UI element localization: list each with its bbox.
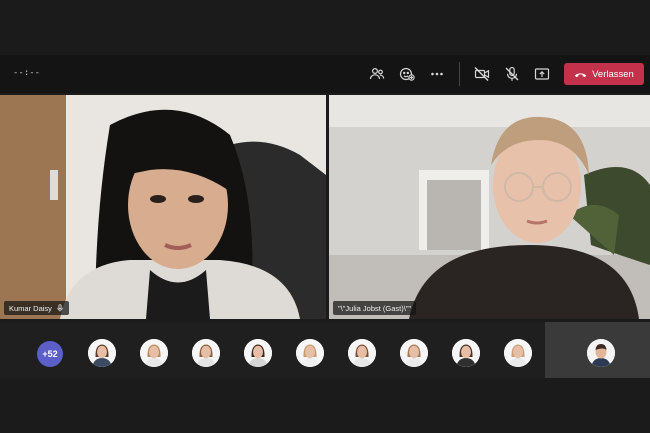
avatar-image — [587, 339, 615, 367]
participant-avatar[interactable] — [296, 339, 324, 367]
participants-button[interactable] — [364, 61, 390, 87]
participant-avatar[interactable] — [348, 339, 376, 367]
avatar-image — [296, 339, 324, 367]
avatar-image — [88, 339, 116, 367]
participant-avatar[interactable] — [587, 339, 615, 367]
mic-toggle-button[interactable] — [499, 61, 525, 87]
more-options-icon — [431, 72, 443, 76]
avatar-image — [400, 339, 428, 367]
participant-avatar[interactable] — [192, 339, 220, 367]
participant-avatar[interactable] — [140, 339, 168, 367]
meeting-toolbar: --:-- Verlassen — [0, 55, 650, 93]
mic-off-icon — [505, 66, 519, 81]
avatar-image — [348, 339, 376, 367]
leave-button[interactable]: Verlassen — [564, 63, 644, 85]
avatar-image — [244, 339, 272, 367]
video-tile-julia-jobst[interactable]: "\"Julia Jobst (Gast)\"" — [329, 95, 650, 319]
leave-label: Verlassen — [592, 68, 634, 80]
video-tile-kumar-daisy[interactable]: Kumar Daisy — [0, 95, 326, 319]
reactions-icon — [399, 67, 415, 81]
avatar-image — [452, 339, 480, 367]
more-options-button[interactable] — [424, 61, 450, 87]
participant-name: "\"Julia Jobst (Gast)\"" — [338, 303, 412, 313]
avatar-image — [504, 339, 532, 367]
share-screen-button[interactable] — [529, 61, 555, 87]
camera-toggle-button[interactable] — [469, 61, 495, 87]
participant-avatar[interactable] — [504, 339, 532, 367]
participant-video-feed — [0, 95, 326, 319]
participant-name: Kumar Daisy — [9, 303, 52, 313]
participant-name-tag: "\"Julia Jobst (Gast)\"" — [333, 301, 417, 315]
participant-avatar[interactable] — [452, 339, 480, 367]
avatar-image — [192, 339, 220, 367]
participant-video-feed — [329, 95, 650, 319]
participants-icon — [369, 67, 385, 80]
avatar-image — [140, 339, 168, 367]
participant-avatar[interactable] — [400, 339, 428, 367]
more-participants-button[interactable]: +52 — [37, 341, 63, 367]
camera-off-icon — [474, 67, 490, 81]
phone-hangup-icon — [574, 72, 587, 77]
active-participant-tile[interactable] — [545, 322, 650, 378]
meeting-timer: --:-- — [13, 68, 41, 78]
participant-avatar[interactable] — [88, 339, 116, 367]
mic-icon — [57, 304, 63, 312]
participant-avatar[interactable] — [244, 339, 272, 367]
share-screen-icon — [534, 68, 550, 80]
reactions-button[interactable] — [394, 61, 420, 87]
toolbar-divider — [459, 62, 460, 86]
participant-name-tag: Kumar Daisy — [4, 301, 69, 315]
